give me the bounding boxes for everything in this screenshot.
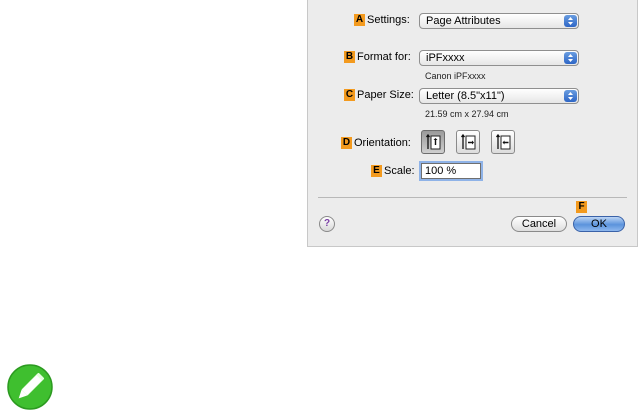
settings-popup[interactable]: Page Attributes — [419, 13, 579, 29]
orientation-landscape-left-button[interactable] — [456, 130, 480, 154]
paper-dimensions: 21.59 cm x 27.94 cm — [425, 109, 509, 119]
ok-button[interactable]: OK — [573, 216, 625, 232]
settings-label: Settings: — [367, 14, 410, 26]
paper-size-value: Letter (8.5"x11") — [426, 90, 505, 102]
marker-f: F — [576, 201, 587, 213]
help-button[interactable]: ? — [319, 216, 335, 232]
paper-size-label: Paper Size: — [357, 89, 414, 101]
format-for-label: Format for: — [357, 51, 411, 63]
format-for-popup[interactable]: iPFxxxx — [419, 50, 579, 66]
dialog-divider — [318, 197, 627, 198]
popup-arrows-icon — [564, 15, 577, 27]
paper-size-popup[interactable]: Letter (8.5"x11") — [419, 88, 579, 104]
landscape-right-icon — [495, 133, 511, 150]
orientation-label: Orientation: — [354, 137, 411, 149]
portrait-icon — [425, 133, 441, 150]
printer-name: Canon iPFxxxx — [425, 71, 486, 81]
popup-arrows-icon — [564, 52, 577, 64]
scale-value: 100 % — [425, 165, 457, 177]
pencil-note-icon — [6, 363, 54, 414]
marker-d: D — [341, 137, 352, 149]
help-icon: ? — [323, 218, 331, 229]
cancel-button[interactable]: Cancel — [511, 216, 567, 232]
orientation-portrait-button[interactable] — [421, 130, 445, 154]
landscape-left-icon — [460, 133, 476, 150]
marker-c: C — [344, 89, 355, 101]
scale-label: Scale: — [384, 165, 415, 177]
marker-a: A — [354, 14, 365, 26]
format-for-value: iPFxxxx — [426, 52, 465, 64]
marker-b: B — [344, 51, 355, 63]
scale-input[interactable]: 100 % — [421, 163, 481, 179]
popup-arrows-icon — [564, 90, 577, 102]
marker-e: E — [371, 165, 382, 177]
settings-value: Page Attributes — [426, 15, 501, 27]
orientation-landscape-right-button[interactable] — [491, 130, 515, 154]
page-setup-dialog: A Settings: Page Attributes B Format for… — [307, 0, 638, 247]
